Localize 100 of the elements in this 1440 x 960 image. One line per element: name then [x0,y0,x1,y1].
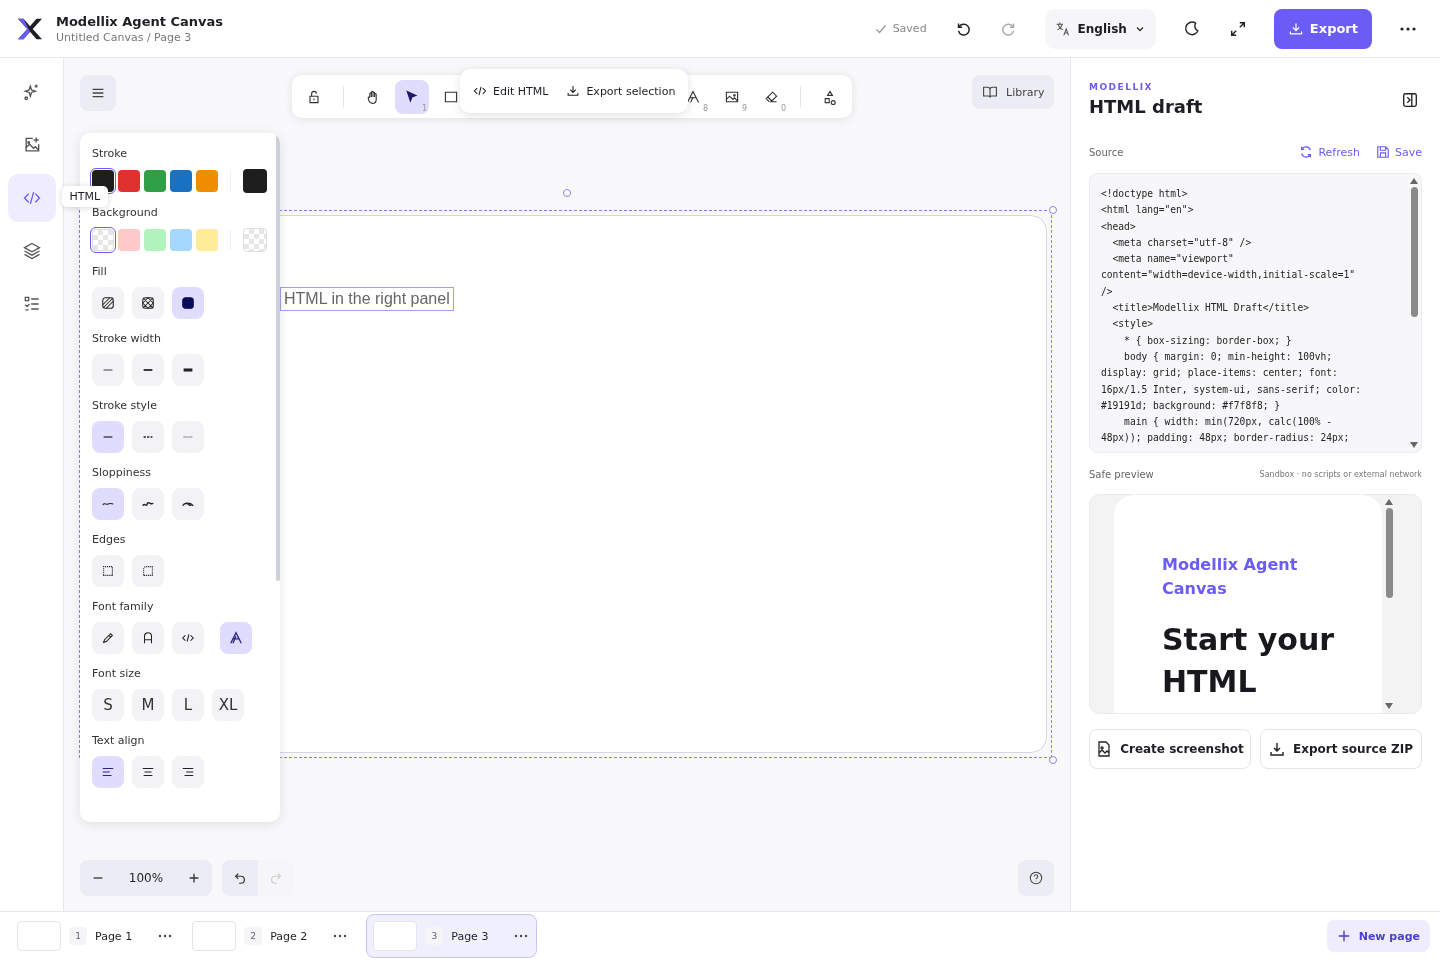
panel-title: HTML draft [1089,96,1204,117]
cartoonist-option[interactable] [172,488,204,520]
page-thumbnail [192,921,237,951]
moon-icon [1182,19,1201,38]
code-icon [181,631,195,645]
color-swatch[interactable] [144,170,166,192]
normal-option[interactable] [132,622,164,654]
color-swatch[interactable] [196,229,218,251]
round-option[interactable] [132,555,164,587]
page-tab[interactable]: 2 Page 2 [191,914,357,958]
language-select[interactable]: English [1044,8,1156,49]
logo-icon [16,16,44,41]
current-color-swatch[interactable] [243,228,267,252]
font-size-option[interactable]: XL [212,689,244,721]
preview-heading: Start your HTML [1162,621,1336,701]
scroll-up-icon[interactable] [1410,178,1418,184]
create-screenshot-button[interactable]: Create screenshot [1089,729,1251,769]
scrollbar-thumb[interactable] [1410,187,1418,317]
save-button[interactable]: Save [1376,145,1422,159]
artist-option[interactable] [132,488,164,520]
section-label: Stroke width [92,332,162,345]
new-page-button[interactable]: New page [1326,920,1430,952]
download-icon [1269,741,1286,757]
normal-icon [141,631,155,645]
tooltip: HTML [61,186,109,207]
color-swatch[interactable] [118,229,140,251]
edit-html-button[interactable]: Edit HTML [466,78,556,104]
page-name: Page 3 [451,929,489,943]
color-swatch[interactable] [118,170,140,192]
section-label: Fill [92,265,108,278]
hachure-option[interactable] [92,287,124,319]
code-option[interactable] [172,622,204,654]
rotate-handle[interactable] [563,189,571,197]
resize-handle[interactable] [1049,756,1057,764]
page-number: 2 [244,927,263,945]
font-size-option[interactable]: M [132,689,164,721]
export-button[interactable]: Export [1273,8,1372,49]
scroll-up-icon[interactable] [1385,499,1393,505]
check-icon [874,22,887,35]
code-line: content="width=device-width,initial-scale=1" [1101,268,1357,283]
color-swatch[interactable] [92,229,114,251]
extra-bold-option[interactable] [172,354,204,386]
hachure-icon [101,296,115,310]
code-line: <head> [1101,219,1137,234]
solid-option[interactable] [172,287,204,319]
resize-handle[interactable] [1049,206,1057,214]
sharp-option[interactable] [92,555,124,587]
align-left-icon [101,765,115,779]
cross-hatch-icon [141,296,155,310]
dotted-option[interactable] [172,421,204,453]
align-center-option[interactable] [132,756,164,788]
export-zip-button[interactable]: Export source ZIP [1260,729,1422,769]
scrollbar[interactable] [276,133,280,581]
code-tool[interactable] [7,174,56,222]
section-label: Stroke style [92,399,158,412]
section-label: Font family [92,600,155,613]
round-icon [141,564,155,578]
lock-icon [306,88,322,105]
more-icon[interactable] [333,934,348,938]
menu-button[interactable] [80,75,116,111]
more-icon[interactable] [158,934,173,938]
align-right-option[interactable] [172,756,204,788]
hand-drawn-icon [101,631,115,645]
solid-icon [181,296,195,310]
scroll-down-icon[interactable] [1410,442,1418,448]
color-swatch[interactable] [196,170,218,192]
scrollbar-thumb[interactable] [1385,508,1393,598]
undo-icon [233,871,247,885]
scroll-down-icon[interactable] [1385,703,1393,709]
code-line: <meta name="viewport" [1111,252,1235,267]
panel-eyebrow: MODELLIX [1089,82,1154,92]
page-thumbnail [17,921,61,951]
preview-eyebrow: Modellix Agent Canvas [1162,554,1299,600]
app-title: Modellix Agent Canvas [56,13,223,29]
page-tab[interactable]: 3 Page 3 [366,914,538,958]
color-swatch[interactable] [144,229,166,251]
outline-option[interactable] [220,622,252,654]
translate-icon [1054,20,1071,37]
cross-hatch-option[interactable] [132,287,164,319]
font-size-option[interactable]: L [172,689,204,721]
code-line: <meta charset="utf-8" /> [1111,235,1253,250]
breadcrumb: Untitled Canvas / Page 3 [56,30,193,44]
page-tab[interactable]: 1 Page 1 [16,914,182,958]
code-line: body { margin: 0; min-height: 100vh; [1123,349,1334,364]
help-button[interactable] [1018,860,1054,896]
hand-drawn-option[interactable] [92,622,124,654]
section-label: Text align [92,734,146,747]
eraser-icon [763,88,779,105]
refresh-button[interactable]: Refresh [1299,145,1360,159]
current-color-swatch[interactable] [243,169,267,193]
color-swatch[interactable] [170,170,192,192]
shortcut-number: 0 [780,103,786,113]
color-swatch[interactable] [170,229,192,251]
align-left-option[interactable] [92,756,124,788]
library-button[interactable]: Library [972,75,1055,109]
download-icon [566,84,581,98]
code-editor[interactable] [1089,173,1422,453]
font-size-option[interactable]: S [92,689,124,721]
more-icon[interactable] [514,934,529,938]
download-icon [1287,20,1304,37]
